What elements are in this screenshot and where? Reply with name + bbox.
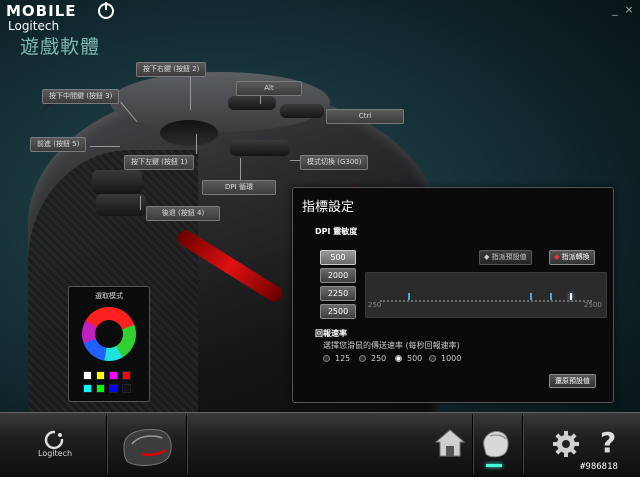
color-swatch-cyan[interactable]	[83, 384, 92, 393]
mobile-logo-text: MOBILE	[6, 2, 77, 20]
bottom-logitech-label: Logitech	[38, 449, 73, 458]
panel-title: 指標設定	[302, 200, 355, 215]
report-rate-title: 回報速率	[315, 329, 347, 338]
dpi-level-3[interactable]: 2250	[320, 286, 356, 301]
dpi-marker-4-selected[interactable]	[570, 293, 572, 300]
assign-shift-button[interactable]: ◆ 指派轉換	[549, 250, 595, 265]
dpi-level-4[interactable]: 2500	[320, 304, 356, 319]
leader-line	[290, 160, 300, 161]
mouse-back-button[interactable]	[96, 194, 146, 216]
mouse-dpi-button[interactable]	[230, 140, 290, 156]
mouse-ctrl-button[interactable]	[280, 104, 324, 118]
help-icon[interactable]: ?	[600, 426, 616, 459]
dpi-scale-max: 2500	[584, 301, 602, 309]
color-swatch-green[interactable]	[96, 384, 105, 393]
callout-middle-click[interactable]: 按下中間鍵 (按鈕 3)	[42, 89, 120, 104]
report-rate-500-label: 500	[407, 354, 423, 363]
minimize-button[interactable]: _	[608, 4, 622, 16]
color-mode-panel: 選取模式	[68, 286, 150, 402]
report-rate-125-label: 125	[335, 354, 351, 363]
callout-back[interactable]: 後退 (按鈕 4)	[146, 206, 220, 221]
shift-dot-icon: ◆	[554, 253, 562, 261]
assign-default-button[interactable]: ◆ 指派預設值	[479, 250, 532, 265]
divider	[522, 414, 523, 474]
close-button[interactable]: ×	[622, 4, 636, 16]
color-swatch-white[interactable]	[83, 371, 92, 380]
callout-mode-switch[interactable]: 模式切換 (G300)	[300, 155, 369, 170]
power-logo-icon	[98, 2, 114, 19]
report-rate-250-radio[interactable]	[359, 355, 366, 362]
report-rate-500-radio[interactable]	[395, 355, 402, 362]
divider	[186, 414, 187, 474]
dpi-level-2[interactable]: 2000	[320, 268, 356, 283]
callout-forward[interactable]: 前進 (按鈕 5)	[30, 137, 87, 152]
callout-right-click[interactable]: 按下右鍵 (按鈕 2)	[136, 62, 207, 77]
callout-ctrl[interactable]: Ctrl	[326, 109, 404, 124]
mouse-scroll-wheel[interactable]	[160, 120, 218, 146]
watermark: #986818	[580, 462, 618, 472]
leader-line	[90, 146, 120, 147]
callout-left-click[interactable]: 按下左鍵 (按鈕 1)	[124, 155, 195, 170]
color-swatch-yellow[interactable]	[96, 371, 105, 380]
pointer-settings-mouse-icon[interactable]	[478, 426, 512, 460]
active-tab-indicator	[486, 464, 502, 467]
color-swatch-blue[interactable]	[109, 384, 118, 393]
color-wheel-center	[95, 320, 123, 348]
dpi-section-title: DPI 靈敏度	[315, 227, 358, 236]
app-title: 遊戲軟體	[20, 36, 101, 58]
report-rate-1000-label: 1000	[441, 354, 462, 363]
color-swatch-red[interactable]	[122, 371, 131, 380]
divider	[472, 414, 473, 474]
logitech-g-icon	[44, 430, 64, 450]
leader-line	[240, 158, 241, 180]
diamond-icon: ◆	[484, 253, 492, 261]
color-swatch-black[interactable]	[122, 384, 131, 393]
dpi-marker-3[interactable]	[550, 293, 552, 300]
bottom-toolbar	[0, 412, 640, 477]
leader-line	[196, 134, 197, 154]
leader-line	[190, 74, 191, 110]
callout-dpi-cycle[interactable]: DPI 循環	[202, 180, 276, 195]
report-rate-250-label: 250	[371, 354, 387, 363]
mouse-forward-button[interactable]	[92, 170, 142, 194]
mouse-alt-button[interactable]	[228, 96, 276, 110]
device-mouse-icon[interactable]	[118, 424, 176, 470]
dpi-level-1[interactable]: 500	[320, 250, 356, 265]
report-rate-desc: 選擇您滑鼠的傳送速率 (每秒回報速率)	[323, 341, 460, 350]
leader-line	[140, 196, 141, 210]
dpi-slider-track	[380, 300, 592, 303]
callout-alt[interactable]: Alt	[236, 81, 302, 96]
color-swatch-magenta[interactable]	[109, 371, 118, 380]
divider	[106, 414, 107, 474]
dpi-marker-1[interactable]	[408, 293, 410, 300]
dpi-scale-min: 250	[368, 301, 382, 309]
logitech-logo-text: Logitech	[8, 19, 60, 33]
report-rate-125-radio[interactable]	[323, 355, 330, 362]
restore-default-button[interactable]: 還原預設值	[549, 374, 596, 388]
color-mode-title: 選取模式	[95, 292, 123, 300]
pointer-settings-panel: 指標設定 DPI 靈敏度 ◆ 指派預設值 ◆ 指派轉換 500 2000 225…	[292, 187, 614, 403]
report-rate-1000-radio[interactable]	[429, 355, 436, 362]
gear-icon[interactable]	[552, 430, 580, 458]
dpi-slider[interactable]: 250 2500	[365, 272, 607, 318]
home-icon[interactable]	[434, 428, 466, 458]
dpi-marker-2[interactable]	[530, 293, 532, 300]
